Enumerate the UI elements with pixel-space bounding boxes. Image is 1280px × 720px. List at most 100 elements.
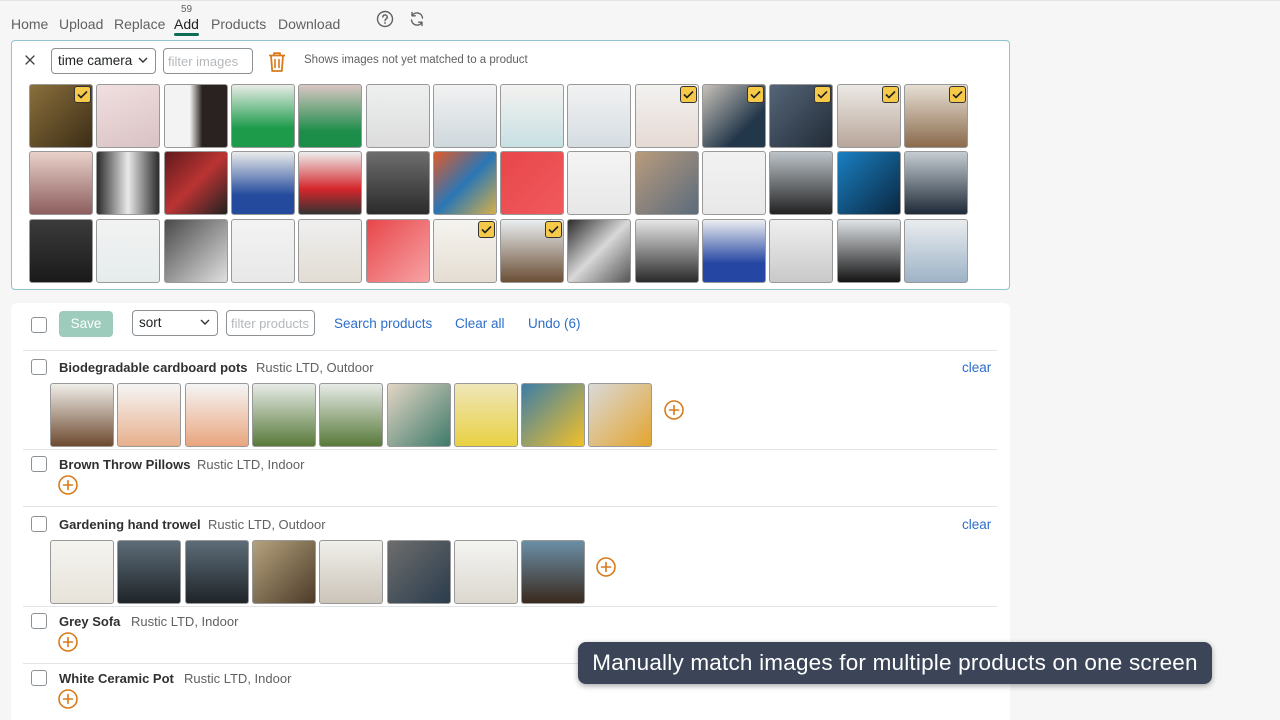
image-thumbnail[interactable] xyxy=(836,218,901,283)
image-thumbnail[interactable] xyxy=(432,151,497,216)
image-thumbnail[interactable] xyxy=(769,218,834,283)
image-thumbnail[interactable] xyxy=(230,84,295,148)
image-thumbnail[interactable] xyxy=(365,151,430,216)
nav-upload[interactable]: Upload xyxy=(59,16,103,32)
image-thumbnail[interactable] xyxy=(184,383,249,447)
tag-select[interactable]: time camera xyxy=(51,48,156,74)
tag-select-value: time camera xyxy=(58,53,133,68)
filter-images-input[interactable] xyxy=(163,48,253,74)
save-button[interactable]: Save xyxy=(59,311,113,337)
image-thumbnail[interactable] xyxy=(386,540,451,604)
image-thumbnail[interactable] xyxy=(500,218,565,283)
product-checkbox[interactable] xyxy=(31,359,47,375)
image-thumbnail[interactable] xyxy=(163,151,228,216)
image-thumbnail[interactable] xyxy=(29,218,93,283)
image-thumbnail[interactable] xyxy=(319,540,384,604)
image-thumbnail[interactable] xyxy=(432,84,497,148)
image-thumbnail[interactable] xyxy=(96,84,161,148)
image-thumbnail[interactable] xyxy=(184,540,249,604)
close-icon[interactable] xyxy=(23,53,37,67)
help-icon[interactable] xyxy=(376,10,394,28)
image-thumbnail[interactable] xyxy=(702,218,766,283)
image-thumbnail[interactable] xyxy=(50,540,114,604)
undo-link[interactable]: Undo (6) xyxy=(528,316,581,331)
chevron-down-icon xyxy=(200,319,210,325)
image-thumbnail[interactable] xyxy=(903,151,968,216)
image-thumbnail[interactable] xyxy=(567,151,632,216)
image-thumbnail[interactable] xyxy=(588,383,653,447)
refresh-icon[interactable] xyxy=(408,10,426,28)
add-image-icon[interactable] xyxy=(596,557,616,577)
image-thumbnail[interactable] xyxy=(903,218,968,283)
product-name: White Ceramic Pot xyxy=(59,671,174,686)
top-nav: Home Upload Replace 59 Add Products Down… xyxy=(0,0,1280,40)
trash-icon[interactable] xyxy=(266,50,288,74)
image-thumbnail[interactable] xyxy=(96,151,161,216)
image-thumbnail[interactable] xyxy=(386,383,451,447)
image-thumbnail[interactable] xyxy=(117,383,182,447)
image-thumbnail[interactable] xyxy=(298,151,363,216)
image-thumbnail[interactable] xyxy=(567,218,632,283)
image-thumbnail[interactable] xyxy=(230,218,295,283)
image-thumbnail[interactable] xyxy=(29,84,93,148)
search-products-link[interactable]: Search products xyxy=(334,316,432,331)
add-image-icon[interactable] xyxy=(58,632,78,652)
image-thumbnail[interactable] xyxy=(319,383,384,447)
add-image-icon[interactable] xyxy=(58,689,78,709)
divider xyxy=(23,506,997,507)
clear-all-link[interactable]: Clear all xyxy=(455,316,505,331)
selected-check-icon xyxy=(74,86,91,103)
image-thumbnail[interactable] xyxy=(702,84,766,148)
image-thumbnail[interactable] xyxy=(521,383,586,447)
image-thumbnail[interactable] xyxy=(634,218,699,283)
image-thumbnail[interactable] xyxy=(96,218,161,283)
image-panel: time camera Shows images not yet matched… xyxy=(11,40,1010,290)
image-thumbnail[interactable] xyxy=(29,151,93,216)
image-thumbnail[interactable] xyxy=(769,84,834,148)
image-thumbnail[interactable] xyxy=(251,383,316,447)
image-thumbnail[interactable] xyxy=(836,84,901,148)
image-thumbnail[interactable] xyxy=(298,218,363,283)
nav-replace[interactable]: Replace xyxy=(114,16,165,32)
product-clear-link[interactable]: clear xyxy=(962,360,991,375)
filter-products-input[interactable] xyxy=(226,310,315,336)
image-thumbnail[interactable] xyxy=(500,151,565,216)
image-thumbnail[interactable] xyxy=(453,540,518,604)
nav-products[interactable]: Products xyxy=(211,16,266,32)
image-thumbnail[interactable] xyxy=(117,540,182,604)
image-thumbnail[interactable] xyxy=(702,151,766,216)
image-thumbnail[interactable] xyxy=(500,84,565,148)
add-image-icon[interactable] xyxy=(664,400,684,420)
product-meta: Rustic LTD, Indoor xyxy=(197,457,305,472)
product-checkbox[interactable] xyxy=(31,516,47,532)
divider xyxy=(23,606,997,607)
image-thumbnail[interactable] xyxy=(567,84,632,148)
image-thumbnail[interactable] xyxy=(230,151,295,216)
image-thumbnail[interactable] xyxy=(251,540,316,604)
image-thumbnail[interactable] xyxy=(365,84,430,148)
product-checkbox[interactable] xyxy=(31,613,47,629)
sort-select[interactable]: sort xyxy=(132,310,218,336)
nav-home[interactable]: Home xyxy=(11,16,48,32)
nav-add[interactable]: Add xyxy=(174,16,199,32)
image-thumbnail[interactable] xyxy=(163,84,228,148)
image-thumbnail[interactable] xyxy=(432,218,497,283)
image-thumbnail[interactable] xyxy=(903,84,968,148)
image-thumbnail[interactable] xyxy=(50,383,114,447)
image-thumbnail[interactable] xyxy=(521,540,586,604)
product-checkbox[interactable] xyxy=(31,670,47,686)
image-thumbnail[interactable] xyxy=(769,151,834,216)
selected-check-icon xyxy=(948,86,966,103)
image-thumbnail[interactable] xyxy=(634,151,699,216)
product-checkbox[interactable] xyxy=(31,456,47,472)
add-image-icon[interactable] xyxy=(58,475,78,495)
nav-download[interactable]: Download xyxy=(278,16,340,32)
image-thumbnail[interactable] xyxy=(453,383,518,447)
image-thumbnail[interactable] xyxy=(298,84,363,148)
image-thumbnail[interactable] xyxy=(163,218,228,283)
image-thumbnail[interactable] xyxy=(365,218,430,283)
image-thumbnail[interactable] xyxy=(634,84,699,148)
product-clear-link[interactable]: clear xyxy=(962,517,991,532)
image-thumbnail[interactable] xyxy=(836,151,901,216)
select-all-checkbox[interactable] xyxy=(31,317,47,333)
